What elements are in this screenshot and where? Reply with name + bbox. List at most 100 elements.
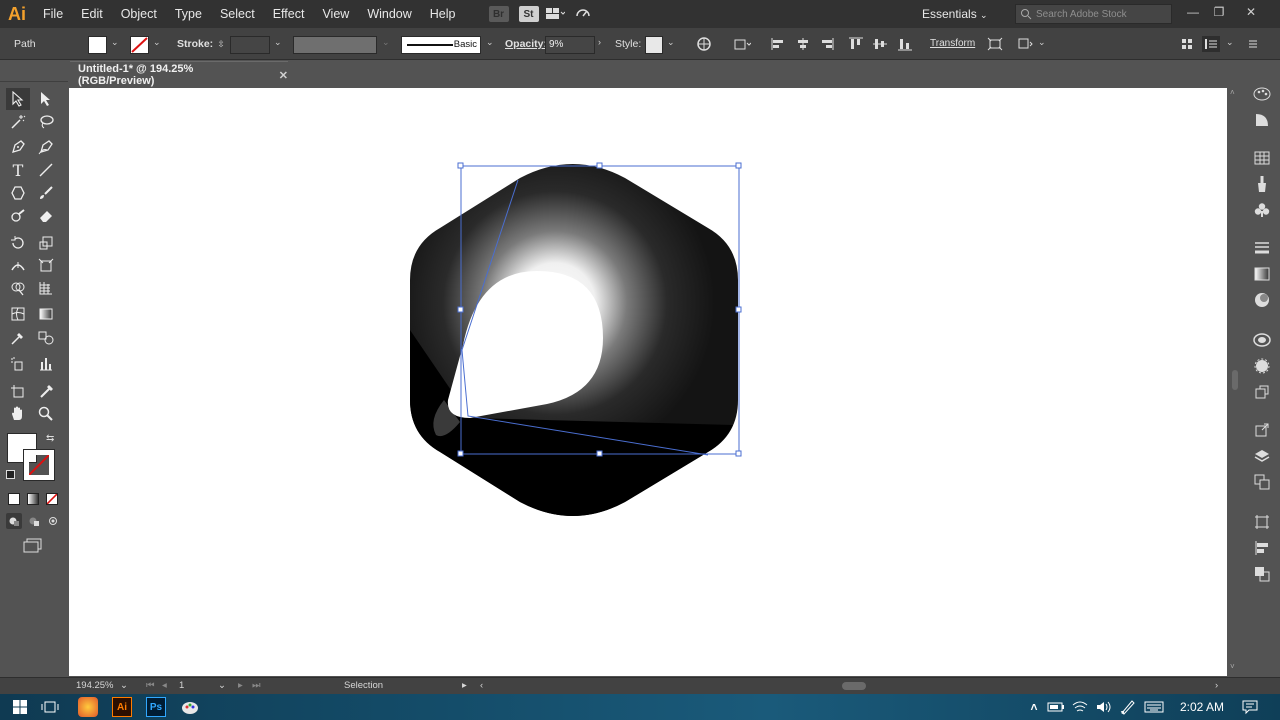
menu-help[interactable]: Help [421,0,465,28]
bridge-icon[interactable]: Br [488,6,509,22]
draw-inside-icon[interactable] [45,513,61,529]
prev-artboard-icon[interactable]: ◂ [162,678,167,694]
zoom-dropdown-icon[interactable]: ⌄ [120,678,128,694]
mesh-tool-icon[interactable] [6,303,30,325]
shaper-tool-icon[interactable] [6,205,30,227]
graphic-style-swatch[interactable] [645,36,663,54]
task-view-icon[interactable] [40,697,60,717]
brush-definition[interactable]: Basic [401,36,481,54]
type-tool-icon[interactable]: T [6,159,30,181]
selection-tool-icon[interactable] [6,88,30,110]
artboard-number[interactable]: 1 [179,678,184,694]
close-document-icon[interactable]: ✕ [279,69,288,82]
slice-tool-icon[interactable] [34,381,58,403]
canvas-area[interactable] [69,88,1227,676]
color-panel-icon[interactable] [1252,84,1272,104]
hscroll-left-icon[interactable]: ‹ [480,678,483,694]
hand-tool-icon[interactable] [6,403,30,425]
onedrive-icon[interactable] [1046,697,1066,717]
fill-dropdown-icon[interactable]: ⌄ [111,37,119,48]
minimize-button[interactable]: — [1180,0,1206,24]
isolate-selected-icon[interactable] [986,36,1004,52]
free-transform-tool-icon[interactable] [34,255,58,277]
network-icon[interactable] [1070,697,1090,717]
arrange-documents-icon[interactable] [545,6,565,22]
next-artboard-icon[interactable]: ▸ [238,678,243,694]
column-graph-tool-icon[interactable] [34,353,58,375]
swatches-icon[interactable] [1252,148,1272,168]
menu-object[interactable]: Object [112,0,166,28]
variable-width-profile[interactable] [293,36,377,54]
align-left-icon[interactable] [769,36,787,52]
eraser-tool-icon[interactable] [34,205,58,227]
menu-select[interactable]: Select [211,0,264,28]
scroll-up-icon[interactable]: ˄ [1230,88,1235,97]
scale-tool-icon[interactable] [34,232,58,254]
gpu-performance-icon[interactable] [573,6,593,22]
brush-dropdown-icon[interactable]: ⌄ [486,37,494,48]
opacity-field[interactable]: 9% [545,36,595,54]
horizontal-scroll-thumb[interactable] [842,682,866,690]
color-guide-icon[interactable] [1252,110,1272,130]
artboard-tool-icon[interactable] [6,381,30,403]
photoshop-taskbar-icon[interactable]: Ps [146,697,166,717]
zoom-level[interactable]: 194.25% [76,678,114,694]
polygon-tool-icon[interactable] [6,182,30,204]
align-top-icon[interactable] [847,36,865,52]
rotate-tool-icon[interactable] [6,232,30,254]
status-menu-icon[interactable]: ▸ [462,678,467,694]
lasso-tool-icon[interactable] [34,111,58,133]
stroke-dropdown-icon[interactable]: ⌄ [153,37,161,48]
stroke-panel-icon[interactable] [1252,238,1272,258]
windows-start-icon[interactable] [10,697,30,717]
none-mode-icon[interactable] [46,493,58,505]
scroll-thumb[interactable] [1232,370,1238,390]
transparency-icon[interactable] [1252,290,1272,310]
first-artboard-icon[interactable]: ⏮ [146,678,155,694]
symbols-icon[interactable] [1252,200,1272,220]
graphic-styles-icon[interactable] [1252,356,1272,376]
opacity-arrow-icon[interactable]: › [598,37,601,47]
align-vcenter-icon[interactable] [871,36,889,52]
gradient-panel-icon[interactable] [1252,264,1272,284]
direct-selection-tool-icon[interactable] [34,88,58,110]
draw-behind-icon[interactable] [26,513,42,529]
curvature-tool-icon[interactable] [34,136,58,158]
stroke-swatch[interactable] [130,36,149,54]
zoom-tool-icon[interactable] [34,403,58,425]
stroke-color-swatch[interactable] [23,449,55,481]
align-right-icon[interactable] [818,36,836,52]
menu-window[interactable]: Window [358,0,420,28]
align-bottom-icon[interactable] [896,36,914,52]
image-trace-icon[interactable] [1252,382,1272,402]
action-center-icon[interactable] [1240,697,1260,717]
export-icon[interactable] [1252,420,1272,440]
menu-edit[interactable]: Edit [72,0,112,28]
opacity-label[interactable]: Opacity: [505,28,547,60]
gradient-tool-icon[interactable] [34,303,58,325]
appearance-icon[interactable] [1252,330,1272,350]
style-dropdown-icon[interactable]: ⌄ [667,37,675,48]
toolbox-grip[interactable] [0,81,68,87]
search-stock-input[interactable]: Search Adobe Stock [1015,4,1172,24]
gradient-mode-icon[interactable] [27,493,39,505]
transform-link[interactable]: Transform [930,28,975,60]
puppet-warp-dropdown-icon[interactable]: ⌄ [1038,37,1046,48]
menu-file[interactable]: File [34,0,72,28]
transform-panel-icon[interactable] [1252,512,1272,532]
color-mode-icon[interactable] [8,493,20,505]
pen-ink-icon[interactable] [1118,697,1138,717]
fill-swatch[interactable] [88,36,107,54]
artboards-icon[interactable] [1252,472,1272,492]
draw-normal-icon[interactable] [6,513,22,529]
artboard[interactable] [69,88,1227,676]
panel-more-icon[interactable] [1244,36,1262,52]
recolor-artwork-icon[interactable] [695,36,713,52]
volume-icon[interactable] [1094,697,1114,717]
firefox-icon[interactable] [78,697,98,717]
panel-menu-icon[interactable]: ⌄ [1226,37,1234,48]
line-segment-tool-icon[interactable] [34,159,58,181]
align-panel-icon[interactable] [1252,538,1272,558]
scroll-down-icon[interactable]: ˅ [1230,662,1235,671]
stroke-weight-stepper[interactable]: ⇳ [212,36,230,52]
